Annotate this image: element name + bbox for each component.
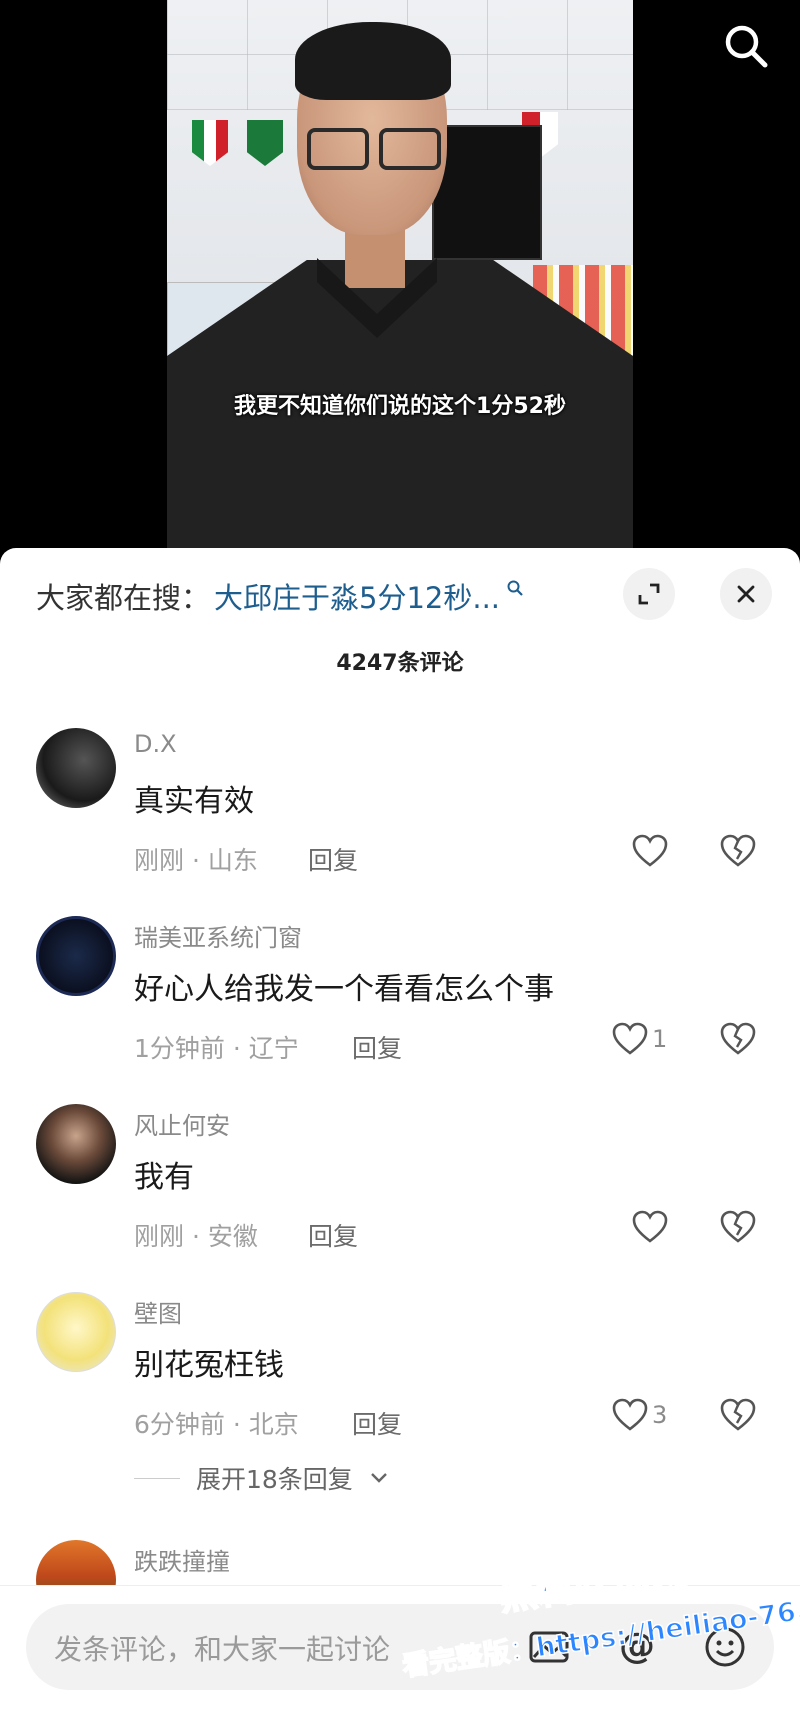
video-subtitle: 我更不知道你们说的这个1分52秒 [234, 394, 566, 419]
like-button[interactable] [632, 1210, 672, 1244]
search-icon [507, 580, 523, 596]
like-button[interactable]: 1 [612, 1022, 667, 1056]
reply-button[interactable]: 回复 [308, 841, 358, 877]
heart-icon [612, 1022, 648, 1055]
wall-tv [432, 125, 542, 260]
comment-text: 别花冤枉钱 [134, 1348, 284, 1383]
expand-replies[interactable]: 展开18条回复 [134, 1460, 389, 1496]
video-frame: 我更不知道你们说的这个1分52秒 [167, 0, 633, 548]
comment-item: 瑞美亚系统门窗 好心人给我发一个看看怎么个事 1分钟前 · 辽宁 回复 1 [0, 916, 800, 1104]
broken-heart-icon[interactable] [720, 1398, 756, 1432]
reply-button[interactable]: 回复 [308, 1217, 358, 1253]
pennant-flag [192, 120, 228, 166]
comment-input-placeholder: 发条评论，和大家一起讨论 [54, 1633, 391, 1666]
comment-text: 真实有效 [134, 784, 254, 819]
heart-icon [632, 1210, 668, 1243]
broken-heart-icon[interactable] [720, 1210, 756, 1244]
hot-search-label: 大家都在搜： [36, 581, 211, 615]
hot-search-term[interactable]: 大邱庄于淼5分12秒... [214, 575, 500, 617]
search-icon[interactable] [722, 22, 770, 70]
comment-sheet: 大家都在搜： 大邱庄于淼5分12秒... 4247条评论 D.X 真实有效 刚刚… [0, 548, 800, 1710]
reply-button[interactable]: 回复 [352, 1029, 402, 1065]
avatar[interactable] [36, 916, 116, 996]
comment-meta: 刚刚 · 山东 [134, 846, 258, 875]
comment-username[interactable]: 瑞美亚系统门窗 [134, 918, 302, 953]
glasses-lens-right [379, 128, 441, 170]
comment-count: 4247条评论 [336, 651, 464, 676]
avatar[interactable] [36, 728, 116, 808]
chevron-down-icon [370, 1473, 387, 1483]
comment-username[interactable]: 跌跌撞撞 [134, 1542, 230, 1577]
broken-heart-icon[interactable] [720, 834, 756, 868]
like-count: 3 [652, 1401, 668, 1429]
avatar[interactable] [36, 1292, 116, 1372]
comment-username[interactable]: 风止何安 [134, 1106, 230, 1141]
broken-heart-icon[interactable] [720, 1022, 756, 1056]
like-button[interactable]: 3 [612, 1398, 667, 1432]
person-neck [345, 228, 405, 288]
heart-icon [632, 834, 668, 867]
fullscreen-button[interactable] [623, 568, 675, 620]
hot-search-row[interactable]: 大家都在搜： 大邱庄于淼5分12秒... [36, 575, 524, 617]
comment-text: 我有 [134, 1160, 194, 1195]
video-player[interactable]: 我更不知道你们说的这个1分52秒 [0, 0, 800, 560]
expand-replies-label: 展开18条回复 [196, 1465, 353, 1494]
comment-item: 风止何安 我有 刚刚 · 安徽 回复 [0, 1104, 800, 1292]
close-button[interactable] [720, 568, 772, 620]
heart-icon [612, 1398, 648, 1431]
comment-username[interactable]: 壁图 [134, 1294, 182, 1329]
comment-meta: 1分钟前 · 辽宁 [134, 1034, 299, 1063]
comment-username[interactable]: D.X [134, 730, 177, 758]
comment-meta: 6分钟前 · 北京 [134, 1410, 299, 1439]
pennant-flag [247, 120, 283, 166]
like-button[interactable] [632, 834, 672, 868]
comment-meta: 刚刚 · 安徽 [134, 1222, 258, 1251]
comment-item: 壁图 别花冤枉钱 6分钟前 · 北京 回复 3 展开18条回复 [0, 1292, 800, 1494]
expand-divider [134, 1477, 180, 1479]
reply-button[interactable]: 回复 [352, 1405, 402, 1441]
close-icon [737, 585, 755, 603]
avatar[interactable] [36, 1104, 116, 1184]
like-count: 1 [652, 1025, 668, 1053]
comment-item: D.X 真实有效 刚刚 · 山东 回复 [0, 728, 800, 916]
person-hair [295, 22, 451, 100]
expand-icon [638, 583, 660, 605]
glasses-lens-left [307, 128, 369, 170]
comment-text: 好心人给我发一个看看怎么个事 [134, 972, 554, 1007]
